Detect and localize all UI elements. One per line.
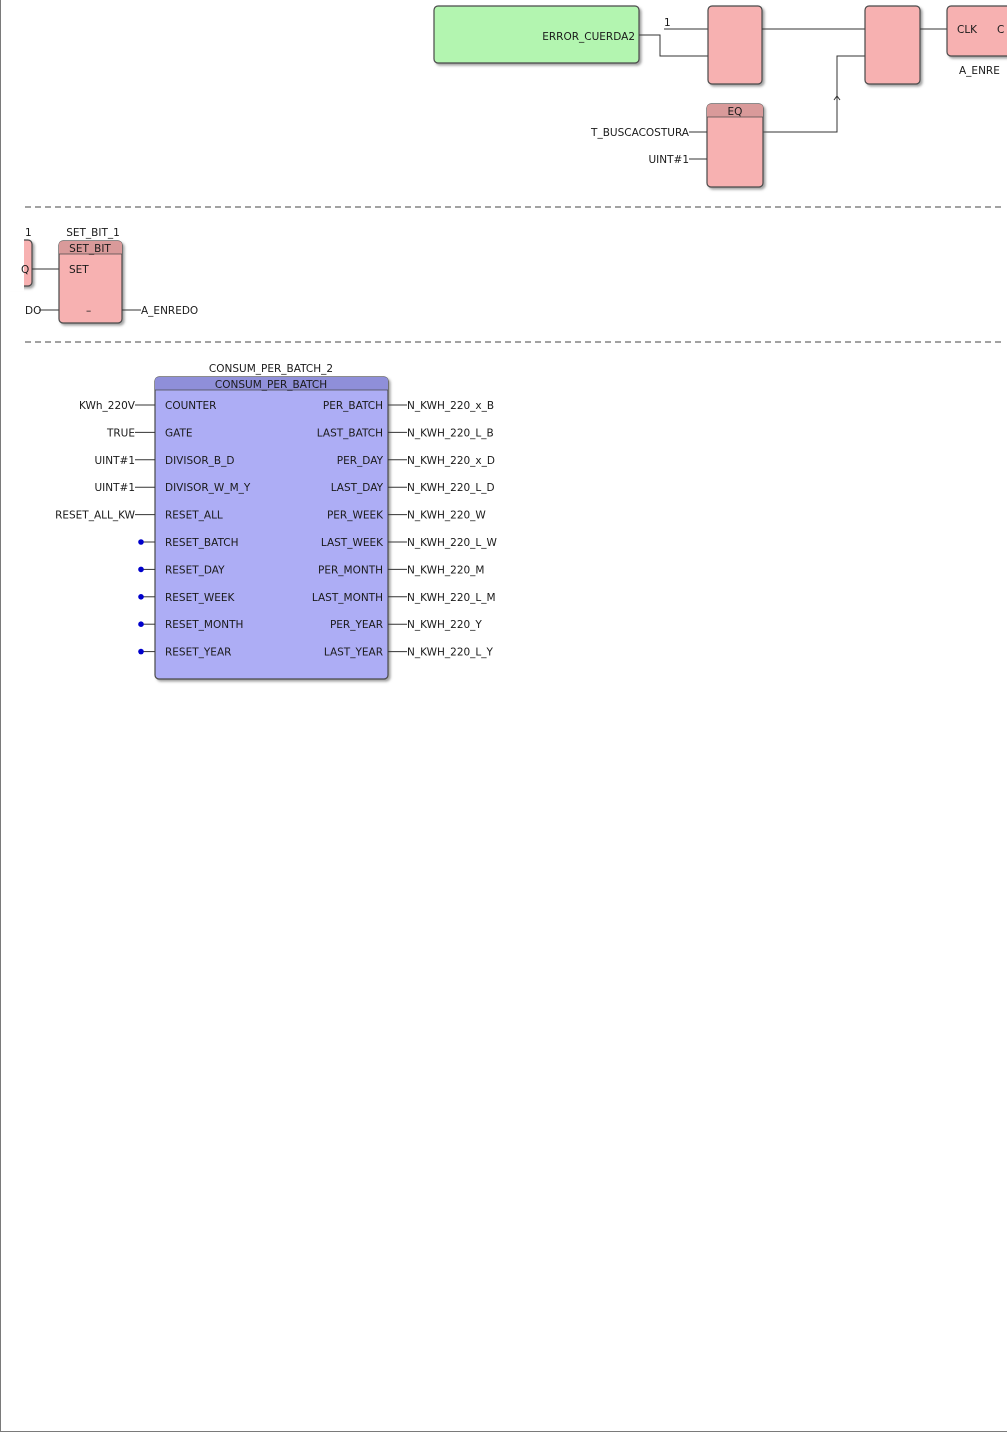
unconnected-pin-dot <box>138 648 144 655</box>
const-one-label: 1 <box>664 17 671 29</box>
output-variable-label: N_KWH_220_L_B <box>407 427 494 439</box>
network-3: CONSUM_PER_BATCH_2 CONSUM_PER_BATCH COUN… <box>55 363 498 680</box>
a-enredo-partial-label: A_ENRE <box>959 65 1000 77</box>
input-variable-label: RESET_ALL_KW <box>55 510 136 522</box>
output-pin-label-last-day: LAST_DAY <box>331 482 384 494</box>
wire-eq-to-block2 <box>763 55 865 133</box>
unconnected-pin-dot <box>138 594 144 600</box>
output-variable-label: N_KWH_220_x_D <box>407 455 495 467</box>
input-variable-label: KWh_220V <box>79 400 136 412</box>
red-function-block-1[interactable] <box>707 5 763 85</box>
input-pin-label-reset-batch: RESET_BATCH <box>165 537 239 549</box>
input-pin-label-counter: COUNTER <box>165 400 216 412</box>
fbd-diagram-canvas: ERROR_CUERDA2 1 CLK C A_ENRE EQ T_BUSCAC… <box>0 0 1007 1432</box>
input-pin-label-reset-year: RESET_YEAR <box>165 647 231 659</box>
error-cuerda2-output-label: ERROR_CUERDA2 <box>542 31 635 43</box>
input-pin-label-reset-month: RESET_MONTH <box>165 619 243 631</box>
output-variable-label: N_KWH_220_L_W <box>407 537 498 549</box>
input-variable-label: UINT#1 <box>94 482 135 494</box>
consum-instance-name: CONSUM_PER_BATCH_2 <box>209 363 333 375</box>
input-pin-label-reset-all: RESET_ALL <box>165 510 223 522</box>
fbd-diagram: ERROR_CUERDA2 1 CLK C A_ENRE EQ T_BUSCAC… <box>1 5 1007 680</box>
output-pin-label-last-week: LAST_WEEK <box>321 537 384 549</box>
output-variable-label: N_KWH_220_W <box>407 510 486 522</box>
output-pin-label-per-month: PER_MONTH <box>318 564 383 576</box>
red-function-block-2[interactable] <box>864 5 921 85</box>
input-pin-label-divisor-w-m-y: DIVISOR_W_M_Y <box>165 482 251 494</box>
left-const-label: 1 <box>25 227 32 239</box>
network-1: ERROR_CUERDA2 1 CLK C A_ENRE EQ T_BUSCAC… <box>433 5 1007 188</box>
output-pin-label-per-week: PER_WEEK <box>327 510 384 522</box>
consum-block-type: CONSUM_PER_BATCH <box>215 379 327 391</box>
consum-per-batch-block[interactable] <box>154 376 389 680</box>
a-enredo-output-label: A_ENREDO <box>141 305 198 317</box>
unconnected-pin-dot <box>138 621 144 627</box>
input-pin-label-gate: GATE <box>165 427 193 439</box>
partial-left-pin-label: Q <box>21 264 29 276</box>
wire-error-to-block <box>639 34 708 57</box>
set-bit-instance-name: SET_BIT_1 <box>66 227 120 239</box>
set-bit-pin-dash: – <box>86 305 91 317</box>
unconnected-pin-dot <box>138 539 144 545</box>
unconnected-pin-dot <box>138 566 144 573</box>
output-variable-label: N_KWH_220_Y <box>407 619 482 631</box>
input-pin-label-reset-day: RESET_DAY <box>165 564 225 576</box>
uint1-eq-label: UINT#1 <box>648 154 689 166</box>
output-variable-label: N_KWH_220_x_B <box>407 400 494 412</box>
output-pin-label-last-month: LAST_MONTH <box>312 592 383 604</box>
output-pin-label-per-day: PER_DAY <box>337 455 384 467</box>
partial-left-wire-label: DO <box>25 305 41 317</box>
eq-block-type: EQ <box>728 106 743 118</box>
right-partial-pin-label: C <box>997 24 1004 36</box>
network-2: 1 Q DO SET_BIT_1 SET_BIT SET – A_ENREDO <box>1 227 198 324</box>
input-pin-label-divisor-b-d: DIVISOR_B_D <box>165 455 234 467</box>
input-variable-label: TRUE <box>106 427 135 439</box>
output-pin-label-last-batch: LAST_BATCH <box>317 427 383 439</box>
output-variable-label: N_KWH_220_L_Y <box>407 647 494 659</box>
output-pin-label-per-batch: PER_BATCH <box>323 400 383 412</box>
input-pin-label-reset-week: RESET_WEEK <box>165 592 236 604</box>
set-bit-block-type: SET_BIT <box>69 243 111 255</box>
output-variable-label: N_KWH_220_L_M <box>407 592 496 604</box>
t-buscacostura-label: T_BUSCACOSTURA <box>590 127 690 139</box>
input-variable-label: UINT#1 <box>94 455 135 467</box>
output-variable-label: N_KWH_220_M <box>407 564 485 576</box>
clk-pin-label: CLK <box>957 24 978 36</box>
output-pin-label-last-year: LAST_YEAR <box>324 647 383 659</box>
output-variable-label: N_KWH_220_L_D <box>407 482 495 494</box>
set-bit-pin-set: SET <box>69 264 89 276</box>
output-pin-label-per-year: PER_YEAR <box>330 619 383 631</box>
